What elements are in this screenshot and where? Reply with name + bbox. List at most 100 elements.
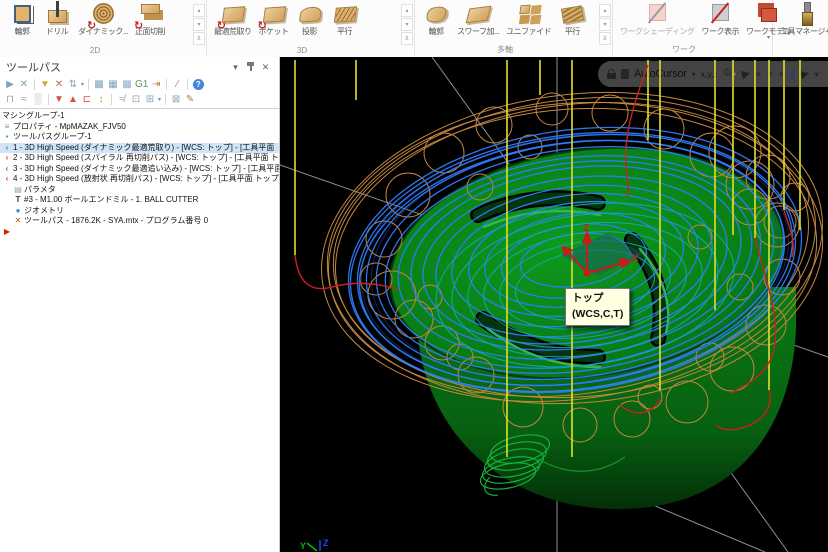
tree-row-label: パラメタ [24, 184, 56, 194]
stock-shading-icon [643, 1, 671, 27]
sphere-icon[interactable]: ● [755, 68, 762, 80]
select-icon[interactable]: ▶ [799, 67, 810, 81]
select-dropdown-icon[interactable]: ▾ [814, 69, 818, 80]
graphics-viewport[interactable]: AutoCursor ▾ x,y,z ⚙● ▶ ● ● ● ▮ ▶ ▾ Z X … [280, 57, 828, 552]
ribbon-button-dynamic-mill[interactable]: ダイナミック... [75, 1, 131, 36]
paste-icon[interactable] [621, 69, 629, 79]
tree-row[interactable]: ● ジオメトリ [0, 206, 279, 217]
tree-row[interactable]: ▪ ツールパスグループ-1 [0, 132, 279, 143]
tree-insert-arrow[interactable]: ▶ [0, 227, 279, 238]
ribbon-button-label: 輪郭 [14, 27, 31, 36]
feed-moves [294, 64, 794, 431]
entity-icon[interactable]: ▮ [790, 68, 796, 80]
tree-row[interactable]: ▤ パラメタ [0, 185, 279, 196]
panel-menu-button[interactable]: ▾ [228, 62, 243, 73]
ribbon-button-parallel-multiaxis[interactable]: 平行 [555, 1, 589, 36]
regen-invalid-icon[interactable]: ✕ [53, 78, 65, 91]
tree-row-label: プロパティ - MpMAZAK_FJV50 [13, 121, 126, 131]
tree-row[interactable]: ✕ ツールパス - 1876.2K - SYA.mtx - プログラム番号 0 [0, 216, 279, 227]
tree-row[interactable]: ‹ 2 - 3D High Speed (スパイラル 再切削パス) - [WCS:… [0, 153, 279, 164]
autocursor-dropdown-icon[interactable]: ▾ [692, 69, 696, 80]
ribbon-button-pocket[interactable]: ポケット [256, 1, 292, 36]
ribbon-button-swarf[interactable]: スワーフ加... [454, 1, 502, 36]
params-icon: ▤ [14, 184, 22, 194]
ribbon-group-label: 多軸 [497, 45, 513, 54]
regen-selected-icon[interactable]: ▼ [39, 78, 51, 91]
ribbon-group-2D: 輪郭 ドリルダイナミック...正面切削 ▴▾⊻ 2D [0, 0, 207, 56]
ribbon-button-parallel-3d[interactable]: 平行 [328, 1, 362, 36]
scroll-insert-icon[interactable]: ↕ [95, 93, 107, 106]
tree-row[interactable]: ‹ 4 - 3D High Speed (放射状 再切削パス) - [WCS: ト… [0, 174, 279, 185]
copy-icon[interactable]: ⊡ [130, 93, 142, 106]
ribbon-button-tool-manager[interactable]: 工具マネージャ [777, 1, 828, 36]
op-icon: ‹ [5, 174, 9, 183]
move-down-icon[interactable]: ▼ [53, 93, 65, 106]
group-scroll-buttons[interactable]: ▴ ▾ ⊻ [193, 4, 205, 45]
ribbon-button-face-mill[interactable]: 正面切削 [132, 1, 168, 36]
stock-display-icon [706, 1, 734, 27]
tree-row[interactable]: T #3 - M1.00 ボールエンドミル - 1. BALL CUTTER [0, 195, 279, 206]
unselect-all-icon[interactable]: ✕ [18, 78, 30, 91]
tree-row[interactable]: ‹ 1 - 3D High Speed (ダイナミック最適荒取り) - [WCS:… [0, 142, 279, 153]
tree-row[interactable]: ▪マシングループ-1 [0, 111, 279, 122]
xyz-icon[interactable]: x,y,z [701, 69, 718, 80]
plane-tooltip-detail: (WCS,C,T) [572, 307, 624, 320]
toolpath-group-icon: ▪ [5, 132, 9, 141]
help-icon[interactable]: ? [192, 78, 204, 91]
panel-pin-button[interactable] [243, 61, 258, 74]
ribbon-button-project[interactable]: 投影 [293, 1, 327, 36]
regen-all-icon-dropdown[interactable]: ▾ [81, 81, 84, 88]
toolpath-hide-icon[interactable]: ≉ [116, 93, 128, 106]
numbering-icon-dropdown[interactable]: ▾ [158, 96, 161, 103]
select-all-icon[interactable]: ▶ [4, 78, 16, 91]
ghost-icon[interactable]: ▒ [32, 93, 44, 106]
sphere-icon[interactable]: ● [778, 68, 785, 80]
toolpath-file-icon: ✕ [14, 216, 22, 225]
tool-manager-icon [792, 1, 820, 27]
tree-row[interactable]: ‹ 3 - 3D High Speed (ダイナミック最適追い込み) - [WCS… [0, 164, 279, 175]
sphere-icon[interactable]: ● [767, 68, 774, 80]
edit-toolpath-icon[interactable]: ∕ [171, 78, 183, 91]
application-window: 輪郭 ドリルダイナミック...正面切削 ▴▾⊻ 2D 最適荒取りポケット投影 平行 ▴▾⊻ 3… [0, 0, 828, 552]
ribbon-button-drill[interactable]: ドリル [40, 1, 74, 36]
numbering-icon[interactable]: ⊞ [144, 93, 156, 106]
ribbon-button-contour-multiaxis[interactable]: 輪郭 [419, 1, 453, 36]
machine-group-icon: ▪ [0, 111, 1, 122]
post-icon[interactable]: ⇥ [150, 78, 162, 91]
ribbon-button-label: 平行 [564, 27, 581, 36]
tree-row-label: ツールパスグループ-1 [13, 132, 92, 141]
edit-icon[interactable]: ✎ [184, 93, 196, 106]
svg-text:Z: Z [323, 538, 329, 548]
ribbon-button-contour-2d[interactable]: 輪郭 [5, 1, 39, 36]
svg-text:Z: Z [583, 223, 589, 234]
dynamic-mill-icon [87, 1, 117, 32]
panel-close-button[interactable]: ✕ [258, 62, 273, 73]
move-insert-icon[interactable]: ⊏ [81, 93, 93, 106]
gear-icon[interactable]: ⚙● [722, 68, 736, 80]
ribbon-button-opti-rough[interactable]: 最適荒取り [211, 1, 255, 36]
group-scroll-buttons[interactable]: ▴ ▾ ⊻ [599, 4, 611, 45]
simulate-icon[interactable]: ▩ [121, 78, 133, 91]
cursor-icon[interactable]: ▶ [740, 67, 751, 81]
tree-row[interactable]: ≡ プロパティ - MpMAZAK_FJV50 [0, 122, 279, 133]
lock-icon[interactable]: ⊓ [4, 93, 16, 106]
lock-icon[interactable] [607, 69, 616, 79]
dropdown-arrow-icon[interactable]: ▾ [767, 35, 770, 41]
contour-multiaxis-icon [422, 1, 450, 27]
ribbon-button-unified[interactable]: ユニファイド [503, 1, 554, 36]
toolpath-tree: ▪マシングループ-1≡プロパティ - MpMAZAK_FJV50▪ ツールパスグル… [0, 108, 279, 237]
project-icon [296, 1, 324, 27]
3d-scene: Z X Y Z [280, 57, 828, 552]
g1-icon[interactable]: G1 [135, 78, 148, 91]
move-up-icon[interactable]: ▲ [67, 93, 79, 106]
ribbon-button-stock-display[interactable]: ワーク表示 [698, 1, 742, 36]
backplot-icon[interactable]: ▩ [93, 78, 105, 91]
contour-2d-icon [8, 1, 36, 27]
verify-icon[interactable]: ▦ [107, 78, 119, 91]
hourglass-icon[interactable]: ⊠ [170, 93, 182, 106]
group-scroll-buttons[interactable]: ▴ ▾ ⊻ [401, 4, 413, 45]
toolpath-green-helix [479, 434, 626, 496]
toolpath-display-icon[interactable]: ≈ [18, 93, 30, 106]
regen-all-icon[interactable]: ⇅ [67, 78, 79, 91]
toolbar-separator [34, 79, 35, 90]
